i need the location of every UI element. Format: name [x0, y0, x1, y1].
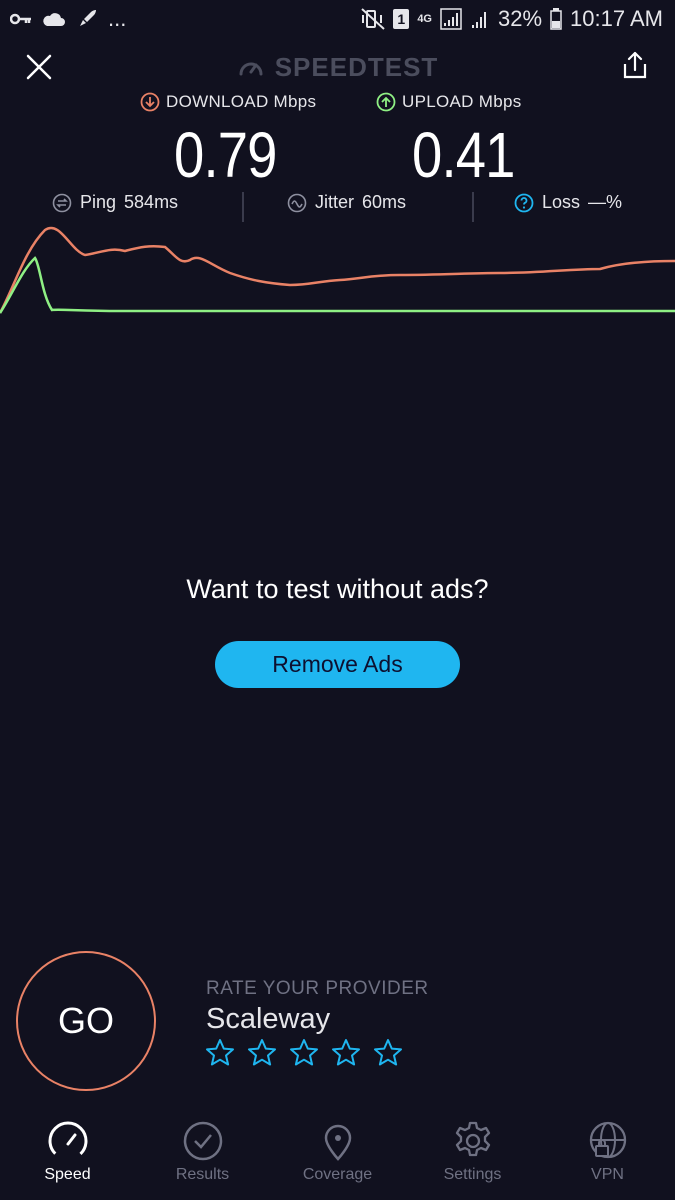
nav-label: Results	[175, 1166, 230, 1183]
jitter-stat: Jitter 60ms	[287, 192, 406, 213]
cloud-icon	[43, 13, 65, 26]
help-icon[interactable]	[514, 193, 534, 213]
nav-label: Settings	[443, 1166, 502, 1183]
nav-label: VPN	[591, 1166, 624, 1183]
nav-label: Coverage	[302, 1166, 373, 1183]
speedometer-logo-icon	[239, 62, 263, 75]
star-icon[interactable]	[204, 1037, 236, 1069]
bottom-nav: Speed Results Coverage Settings VPN	[0, 1110, 675, 1200]
jitter-label: Jitter	[315, 192, 355, 212]
nav-results[interactable]: Results	[135, 1110, 270, 1200]
battery-icon	[550, 8, 562, 30]
key-icon	[10, 13, 31, 25]
clock: 10:17 AM	[570, 6, 663, 31]
download-value: 0.79	[174, 119, 277, 191]
nav-label: Speed	[44, 1166, 91, 1183]
upload-curve	[0, 256, 675, 314]
loss-value: —%	[588, 192, 623, 212]
ping-value: 584ms	[124, 192, 179, 212]
nav-vpn[interactable]: VPN	[540, 1110, 675, 1200]
sim-icon: 1	[393, 9, 410, 29]
nav-settings[interactable]: Settings	[405, 1110, 540, 1200]
map-pin-icon	[324, 1124, 351, 1161]
loss-stat[interactable]: Loss —%	[514, 192, 622, 213]
download-arrow-icon	[140, 92, 160, 112]
download-label: DOWNLOAD Mbps	[140, 92, 316, 112]
star-icon[interactable]	[288, 1037, 320, 1069]
battery-percent: 32%	[498, 6, 543, 31]
app-title-text: SPEEDTEST	[274, 52, 439, 82]
status-left-icons: ...	[10, 6, 126, 32]
remove-ads-button[interactable]: Remove Ads	[215, 641, 460, 688]
nav-coverage[interactable]: Coverage	[270, 1110, 405, 1200]
signal-icon-2	[472, 12, 486, 28]
stat-divider	[242, 192, 244, 222]
check-circle-icon	[183, 1121, 222, 1161]
nav-speed[interactable]: Speed	[0, 1110, 135, 1200]
rate-provider-label: RATE YOUR PROVIDER	[206, 978, 429, 999]
ping-label: Ping	[80, 192, 117, 212]
speed-graph	[0, 226, 675, 314]
status-overflow: ...	[108, 6, 127, 31]
signal-icon	[440, 8, 462, 30]
app-title: SPEEDTEST	[0, 52, 675, 83]
upload-label-text: UPLOAD Mbps	[402, 92, 522, 111]
promo-headline: Want to test without ads?	[186, 574, 489, 604]
provider-name: Scaleway	[206, 1003, 331, 1035]
share-icon[interactable]	[620, 50, 650, 80]
star-icon[interactable]	[246, 1037, 278, 1069]
network-type: 4G	[417, 13, 432, 25]
ping-icon	[52, 193, 72, 212]
jitter-value: 60ms	[362, 192, 407, 212]
rating-stars[interactable]	[204, 1037, 404, 1069]
gear-icon	[455, 1121, 490, 1157]
globe-lock-icon	[589, 1121, 626, 1159]
download-label-text: DOWNLOAD Mbps	[166, 92, 317, 111]
mute-vibrate-icon	[361, 8, 385, 30]
star-icon[interactable]	[372, 1037, 404, 1069]
status-right-icons: 1 4G 32% 10:17 AM	[361, 6, 663, 32]
upload-value: 0.41	[412, 119, 515, 191]
go-button[interactable]: GO	[16, 951, 156, 1091]
ping-stat: Ping 584ms	[52, 192, 178, 213]
star-icon[interactable]	[330, 1037, 362, 1069]
stat-divider	[472, 192, 474, 222]
status-bar: ... 1 4G 32% 10:17 AM	[0, 0, 675, 40]
jitter-icon	[287, 193, 307, 212]
loss-label: Loss	[542, 192, 581, 212]
download-curve	[0, 226, 675, 314]
upload-arrow-icon	[376, 92, 396, 112]
upload-label: UPLOAD Mbps	[376, 92, 522, 112]
speedometer-icon	[48, 1121, 87, 1161]
rocket-icon	[80, 10, 96, 26]
